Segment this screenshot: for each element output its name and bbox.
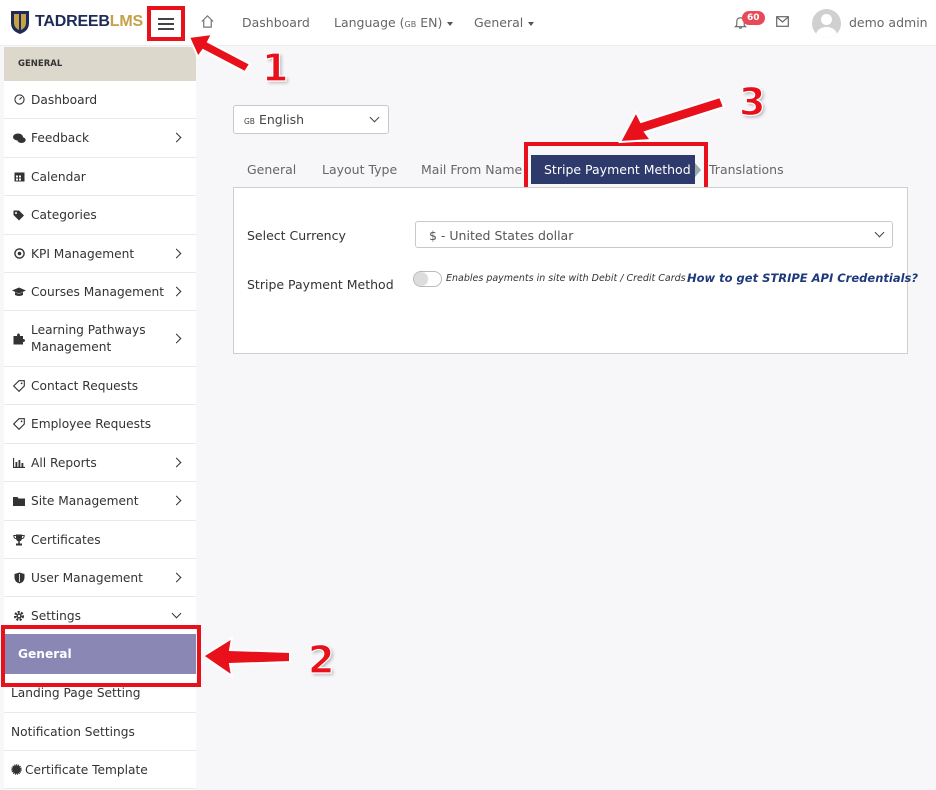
callout-arrow-3 — [618, 95, 726, 144]
callout-number-3: 3 — [738, 79, 766, 124]
callout-arrow-2 — [201, 635, 291, 679]
callout-arrows — [187, 32, 726, 679]
callout-arrow-1 — [187, 32, 252, 74]
callout-number-2: 2 — [307, 637, 335, 682]
callout-number-1: 1 — [261, 45, 289, 90]
